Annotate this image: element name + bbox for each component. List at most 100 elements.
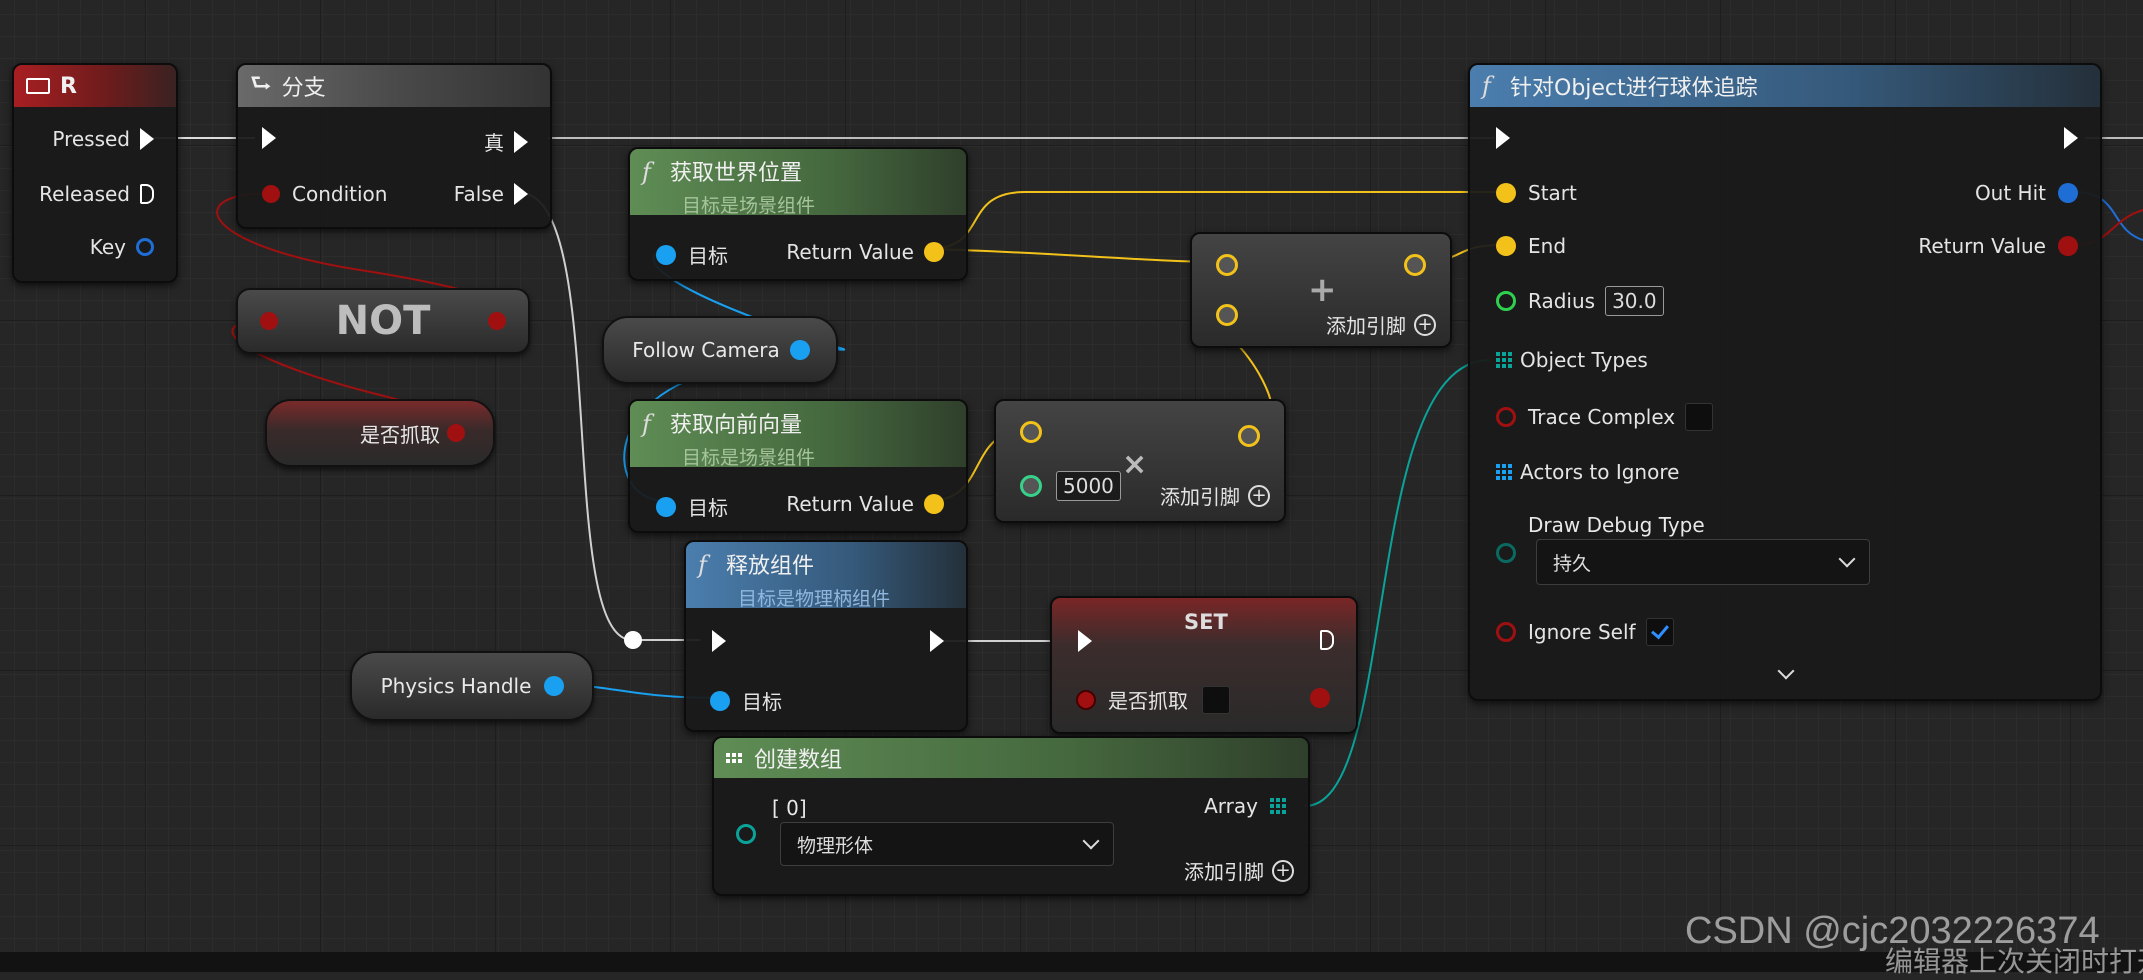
trace-radius-field[interactable]: 30.0 bbox=[1605, 286, 1664, 316]
set-exec-out-pin[interactable] bbox=[1320, 630, 1334, 650]
gfv-target-row[interactable]: 目标 bbox=[656, 492, 728, 521]
branch-false-pin[interactable] bbox=[514, 183, 528, 205]
add-output-pin[interactable] bbox=[1404, 254, 1426, 276]
trace-start-row[interactable]: Start bbox=[1496, 181, 1577, 205]
gfv-return-pin[interactable] bbox=[924, 494, 944, 514]
trace-return-pin[interactable] bbox=[2058, 236, 2078, 256]
mul-add-pin-icon[interactable]: + bbox=[1248, 484, 1270, 507]
key-pin-row[interactable]: Key bbox=[90, 235, 154, 259]
make-array-element-pin[interactable] bbox=[736, 824, 756, 844]
trace-ignore-self-checkbox[interactable] bbox=[1645, 618, 1674, 646]
physics-handle-node[interactable]: Physics Handle bbox=[350, 651, 594, 721]
get-forward-vector-node[interactable]: f 获取向前向量 目标是场景组件 目标 Return Value bbox=[628, 399, 968, 533]
gwl-return-row[interactable]: Return Value bbox=[786, 240, 944, 264]
gwl-target-pin[interactable] bbox=[656, 244, 676, 265]
trace-object-types-pin[interactable] bbox=[1496, 352, 1512, 368]
key-struct-pin[interactable] bbox=[136, 238, 154, 256]
set-exec-out-row[interactable] bbox=[1320, 630, 1334, 650]
release-exec-out-row[interactable] bbox=[930, 630, 944, 652]
trace-start-pin[interactable] bbox=[1496, 183, 1516, 203]
not-node[interactable]: NOT bbox=[236, 288, 530, 354]
trace-exec-out-pin[interactable] bbox=[2064, 127, 2078, 149]
add-input-b-pin[interactable] bbox=[1216, 304, 1238, 326]
trace-complex-checkbox[interactable] bbox=[1685, 403, 1714, 431]
mul-value-field[interactable]: 5000 bbox=[1056, 471, 1121, 501]
mul-float-pin[interactable] bbox=[1020, 475, 1042, 497]
pressed-exec-pin[interactable] bbox=[140, 128, 154, 150]
release-exec-out-pin[interactable] bbox=[930, 630, 944, 652]
array-output-pin[interactable] bbox=[1270, 798, 1286, 814]
follow-camera-pin[interactable] bbox=[790, 340, 810, 360]
branch-condition-row[interactable]: Condition bbox=[262, 182, 387, 206]
trace-ignore-self-row[interactable]: Ignore Self bbox=[1496, 618, 1674, 646]
branch-true-row[interactable]: 真 bbox=[484, 127, 528, 156]
trace-exec-out-row[interactable] bbox=[2064, 127, 2078, 149]
set-exec-in-row[interactable] bbox=[1078, 630, 1092, 652]
release-exec-in-pin[interactable] bbox=[712, 630, 726, 652]
vector-multiply-node[interactable]: × 5000 添加引脚 + bbox=[994, 399, 1286, 523]
pressed-pin-row[interactable]: Pressed bbox=[52, 127, 154, 151]
release-exec-in-row[interactable] bbox=[712, 630, 726, 652]
condition-bool-pin[interactable] bbox=[262, 185, 280, 203]
trace-complex-pin[interactable] bbox=[1496, 407, 1516, 427]
gwl-return-pin[interactable] bbox=[924, 242, 944, 262]
make-array-element-dropdown[interactable]: 物理形体 bbox=[780, 822, 1114, 866]
add-pin-icon[interactable]: + bbox=[1414, 313, 1436, 336]
set-node[interactable]: SET 是否抓取 bbox=[1050, 596, 1358, 734]
set-exec-in-pin[interactable] bbox=[1078, 630, 1092, 652]
key-r-node[interactable]: R Pressed Released Key bbox=[12, 63, 178, 283]
set-var-in-pin[interactable] bbox=[1076, 689, 1096, 710]
is-grab-var-pin[interactable] bbox=[447, 424, 465, 442]
trace-radius-pin[interactable] bbox=[1496, 291, 1516, 311]
expand-chevron-icon[interactable] bbox=[1777, 662, 1795, 680]
trace-end-pin[interactable] bbox=[1496, 236, 1516, 256]
get-world-location-node[interactable]: f 获取世界位置 目标是场景组件 目标 Return Value bbox=[628, 147, 968, 281]
is-grab-variable-node[interactable]: 是否抓取 bbox=[265, 399, 495, 467]
trace-object-types-row[interactable]: Object Types bbox=[1496, 348, 1648, 372]
not-input-pin[interactable] bbox=[260, 312, 278, 330]
branch-exec-in-row[interactable] bbox=[262, 127, 276, 149]
branch-true-pin[interactable] bbox=[514, 130, 528, 153]
make-array-node[interactable]: 创建数组 [ 0] 物理形体 Array 添加引脚 + bbox=[712, 736, 1310, 896]
trace-draw-debug-pin[interactable] bbox=[1496, 543, 1516, 563]
set-var-checkbox[interactable] bbox=[1202, 685, 1230, 714]
not-output-pin[interactable] bbox=[488, 312, 506, 330]
make-array-output-row[interactable]: Array bbox=[1204, 794, 1286, 818]
trace-draw-debug-dropdown[interactable]: 持久 bbox=[1536, 539, 1870, 585]
trace-complex-row[interactable]: Trace Complex bbox=[1496, 403, 1714, 431]
physics-handle-pin[interactable] bbox=[544, 676, 564, 696]
release-component-node[interactable]: f 释放组件 目标是物理柄组件 目标 bbox=[684, 540, 968, 732]
release-target-pin[interactable] bbox=[710, 690, 730, 711]
trace-actors-ignore-row[interactable]: Actors to Ignore bbox=[1496, 460, 1679, 484]
released-pin-row[interactable]: Released bbox=[39, 182, 154, 206]
trace-exec-in-pin[interactable] bbox=[1496, 127, 1510, 149]
trace-exec-in-row[interactable] bbox=[1496, 127, 1510, 149]
branch-exec-in-pin[interactable] bbox=[262, 127, 276, 149]
trace-return-row[interactable]: Return Value bbox=[1918, 234, 2078, 258]
trace-ignore-self-pin[interactable] bbox=[1496, 622, 1516, 642]
trace-end-row[interactable]: End bbox=[1496, 234, 1566, 258]
released-exec-pin[interactable] bbox=[140, 184, 154, 204]
make-array-add-pin-icon[interactable]: + bbox=[1272, 859, 1294, 882]
set-var-out-pin[interactable] bbox=[1310, 688, 1330, 708]
gfv-target-pin[interactable] bbox=[656, 496, 676, 517]
vector-add-node[interactable]: + 添加引脚 + bbox=[1190, 232, 1452, 348]
follow-camera-node[interactable]: Follow Camera bbox=[602, 316, 838, 384]
trace-out-hit-row[interactable]: Out Hit bbox=[1975, 181, 2078, 205]
mul-output-pin[interactable] bbox=[1238, 425, 1260, 447]
sphere-trace-node[interactable]: f 针对Object进行球体追踪 Start Out Hit End Retur… bbox=[1468, 63, 2102, 701]
release-target-row[interactable]: 目标 bbox=[710, 686, 782, 715]
mul-input-vector-pin[interactable] bbox=[1020, 421, 1042, 443]
branch-false-row[interactable]: False bbox=[454, 182, 528, 206]
set-var-row[interactable]: 是否抓取 bbox=[1076, 685, 1230, 714]
mul-add-pin-row[interactable]: 添加引脚 + bbox=[1160, 481, 1270, 510]
mul-float-row[interactable]: 5000 bbox=[1020, 471, 1121, 501]
gwl-target-row[interactable]: 目标 bbox=[656, 240, 728, 269]
make-array-add-pin-row[interactable]: 添加引脚 + bbox=[1184, 856, 1294, 885]
add-input-a-pin[interactable] bbox=[1216, 254, 1238, 276]
trace-radius-row[interactable]: Radius 30.0 bbox=[1496, 286, 1664, 316]
gfv-return-row[interactable]: Return Value bbox=[786, 492, 944, 516]
add-pin-row[interactable]: 添加引脚 + bbox=[1326, 310, 1436, 339]
trace-out-hit-pin[interactable] bbox=[2058, 183, 2078, 203]
trace-actors-ignore-pin[interactable] bbox=[1496, 464, 1512, 480]
